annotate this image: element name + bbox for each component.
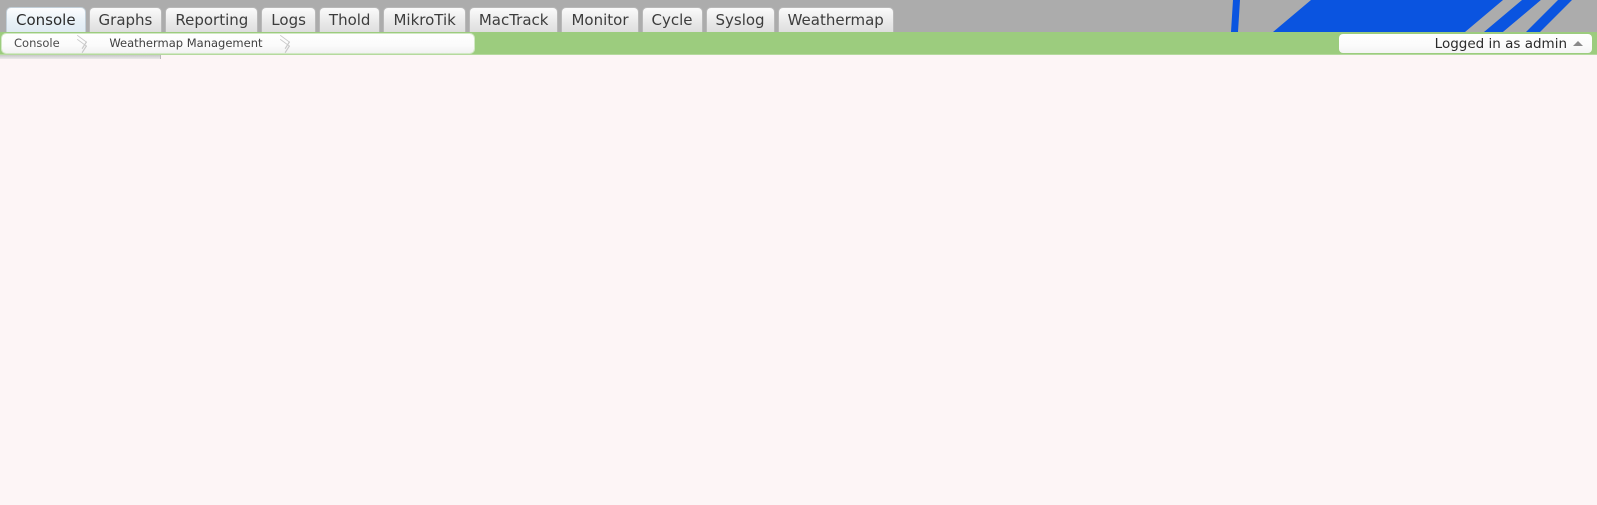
tab-label: Reporting: [175, 11, 249, 29]
user-menu-button[interactable]: Logged in as admin: [1339, 34, 1592, 53]
tab-label: MikroTik: [393, 11, 456, 29]
tab-label: Weathermap: [787, 11, 884, 29]
panel-shadow-strip: [0, 55, 1597, 60]
tab-list: Console Graphs Reporting Logs Thold Mikr…: [6, 0, 897, 32]
tab-label: Monitor: [571, 11, 629, 29]
breadcrumb-console[interactable]: Console: [2, 34, 97, 53]
tab-syslog[interactable]: Syslog: [705, 7, 775, 32]
cacti-logo-icon: [1211, 0, 1591, 32]
main-content-area: [0, 60, 1597, 505]
tab-label: Graphs: [98, 11, 153, 29]
tab-graphs[interactable]: Graphs: [88, 7, 163, 32]
tab-thold[interactable]: Thold: [318, 7, 381, 32]
tab-mikrotik[interactable]: MikroTik: [383, 7, 466, 32]
user-menu-label: Logged in as admin: [1434, 35, 1567, 52]
tab-reporting[interactable]: Reporting: [165, 7, 259, 32]
tab-logs[interactable]: Logs: [261, 7, 316, 32]
breadcrumb-label: Weathermap Management: [109, 36, 263, 50]
breadcrumb-weathermap-management[interactable]: Weathermap Management: [97, 34, 300, 53]
tab-cycle[interactable]: Cycle: [641, 7, 703, 32]
breadcrumb: Console Weathermap Management: [2, 34, 474, 53]
breadcrumb-bar: Console Weathermap Management Logged in …: [0, 32, 1597, 55]
caret-up-icon: [1573, 41, 1583, 46]
tab-label: Cycle: [651, 11, 693, 29]
tab-label: Logs: [271, 11, 306, 29]
tab-label: Syslog: [715, 11, 765, 29]
tab-label: Console: [16, 11, 76, 29]
chevron-right-icon: [71, 34, 97, 53]
chevron-right-icon: [274, 34, 300, 53]
breadcrumb-label: Console: [14, 36, 60, 50]
tab-mactrack[interactable]: MacTrack: [468, 7, 559, 32]
tab-console[interactable]: Console: [6, 7, 86, 32]
panel-shadow-fill: [0, 55, 161, 59]
tab-label: MacTrack: [478, 11, 549, 29]
tab-label: Thold: [328, 11, 371, 29]
tab-weathermap[interactable]: Weathermap: [777, 7, 894, 32]
main-tab-bar: Console Graphs Reporting Logs Thold Mikr…: [0, 0, 1597, 32]
tab-monitor[interactable]: Monitor: [561, 7, 639, 32]
